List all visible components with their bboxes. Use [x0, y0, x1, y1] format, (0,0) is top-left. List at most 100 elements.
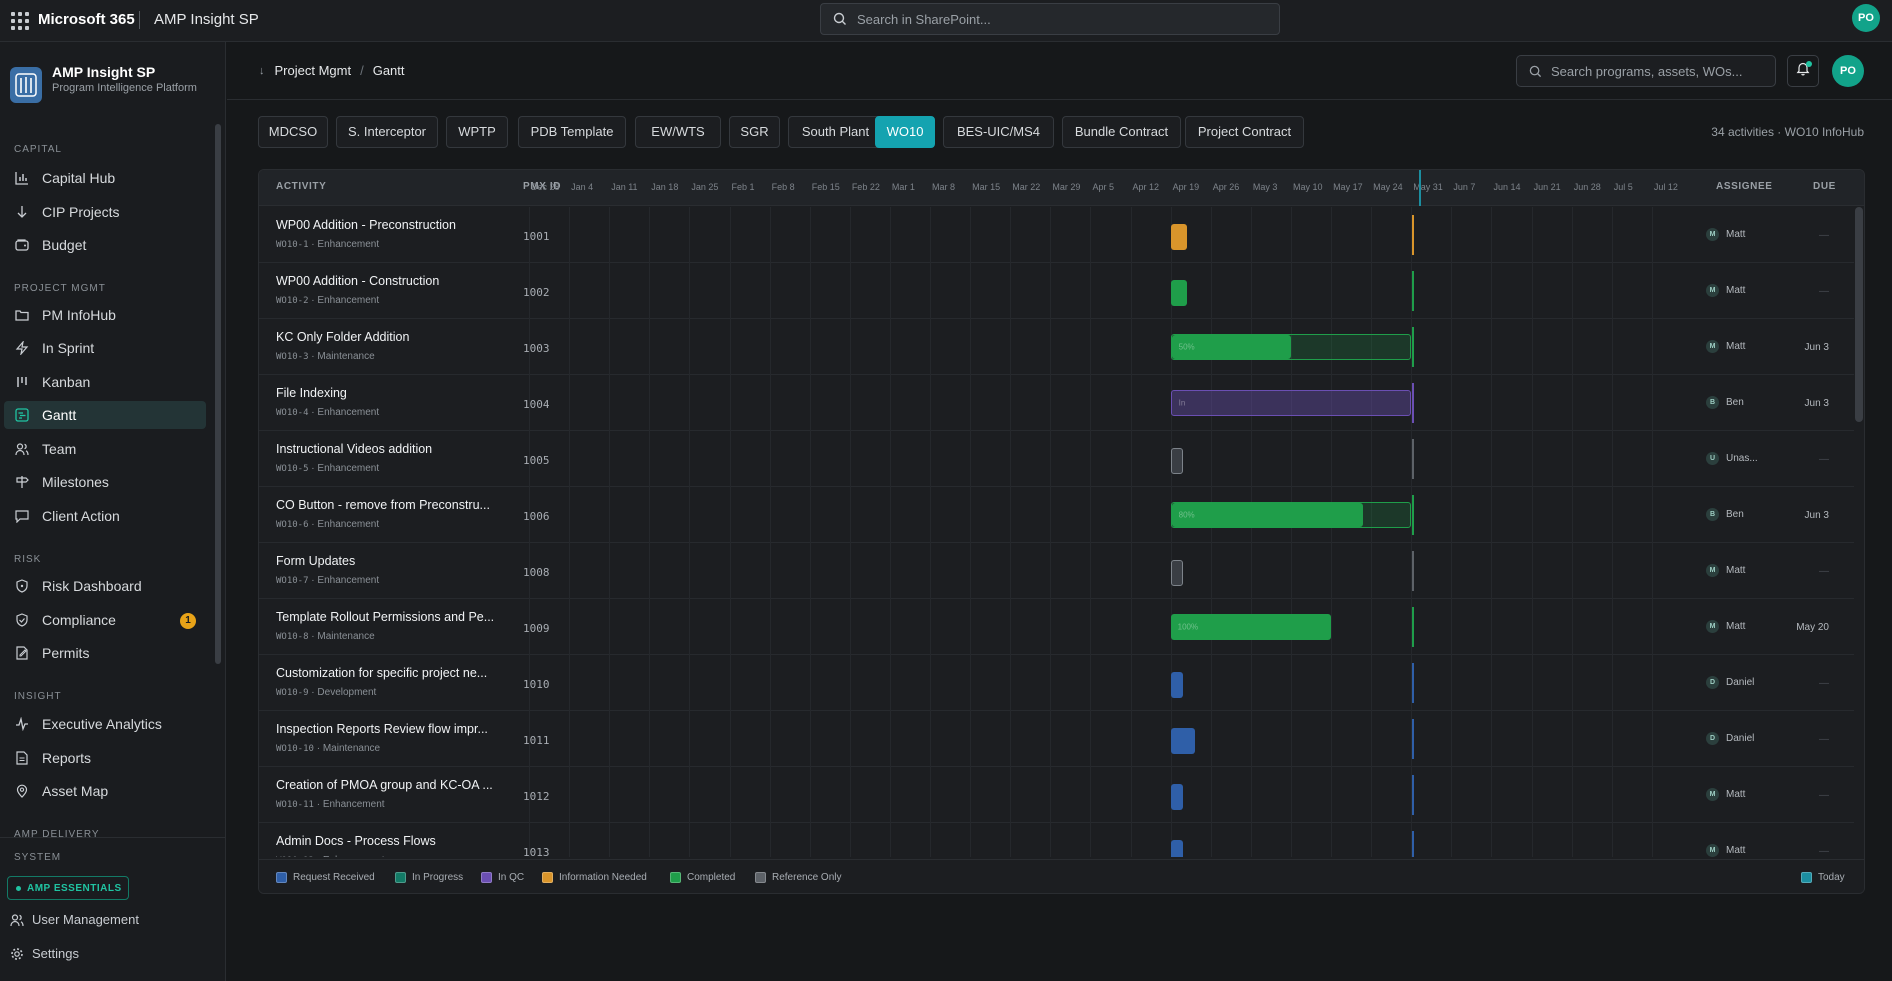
sidebar-item-gantt[interactable]: Gantt — [4, 401, 206, 429]
sidebar-item-capital-hub[interactable]: Capital Hub — [4, 164, 206, 192]
activity-name[interactable]: Form Updates — [276, 554, 355, 568]
activity-bar[interactable] — [1170, 560, 1183, 586]
activity-bar[interactable] — [1170, 280, 1187, 306]
gantt-row[interactable]: Creation of PMOA group and KC-OA ... WO10… — [259, 767, 1854, 823]
tab-mdcso[interactable]: MDCSO — [258, 116, 328, 148]
activity-bar[interactable]: 80% — [1170, 502, 1412, 528]
activity-name[interactable]: WP00 Addition - Construction — [276, 274, 439, 288]
sidebar-item-client-action[interactable]: Client Action — [4, 502, 206, 530]
week-gridline — [569, 431, 571, 487]
column-header-due[interactable]: DUE — [1813, 181, 1836, 192]
week-gridline — [729, 711, 731, 767]
sidebar-item-label: Capital Hub — [42, 170, 116, 186]
sidebar-item-settings[interactable]: Settings — [10, 946, 79, 961]
header-avatar[interactable]: PO — [1832, 55, 1864, 87]
sidebar-item-executive-analytics[interactable]: Executive Analytics — [4, 710, 206, 738]
sidebar-item-budget[interactable]: Budget — [4, 231, 206, 259]
assignee[interactable]: U Unas... — [1706, 452, 1758, 465]
tab-sgr[interactable]: SGR — [729, 116, 780, 148]
activity-name[interactable]: KC Only Folder Addition — [276, 330, 409, 344]
week-gridline — [609, 207, 611, 263]
sidebar-item-compliance[interactable]: Compliance 1 — [4, 606, 206, 634]
gantt-row[interactable]: Form Updates WO10-7 · Enhancement 1008 M Mat… — [259, 543, 1854, 599]
sidebar-item-milestones[interactable]: Milestones — [4, 468, 206, 496]
activity-bar[interactable] — [1170, 448, 1183, 474]
sidebar-scrollbar[interactable] — [215, 124, 221, 664]
activity-name[interactable]: Template Rollout Permissions and Pe... — [276, 610, 494, 624]
sidebar-item-risk-dashboard[interactable]: Risk Dashboard — [4, 572, 206, 600]
program-search-input[interactable]: Search programs, assets, WOs... — [1516, 55, 1776, 87]
sidebar-item-asset-map[interactable]: Asset Map — [4, 777, 206, 805]
tab-wptp[interactable]: WPTP — [446, 116, 508, 148]
suite-title[interactable]: Microsoft 365 — [38, 10, 135, 30]
gantt-row[interactable]: Inspection Reports Review flow impr... WO… — [259, 711, 1854, 767]
activity-bar[interactable] — [1170, 784, 1183, 810]
tab-ew-wts[interactable]: EW/WTS — [635, 116, 721, 148]
app-title[interactable]: AMP Insight SP — [154, 10, 259, 30]
activity-bar[interactable] — [1170, 672, 1183, 698]
tab-bundle-contract[interactable]: Bundle Contract — [1062, 116, 1181, 148]
activity-bar[interactable] — [1170, 840, 1183, 857]
tab-bes-uic-ms4[interactable]: BES-UIC/MS4 — [943, 116, 1054, 148]
activity-bar[interactable]: 100% — [1170, 614, 1332, 640]
activity-name[interactable]: Customization for specific project ne... — [276, 666, 487, 680]
assignee[interactable]: D Daniel — [1706, 732, 1754, 745]
gantt-row[interactable]: WP00 Addition - Preconstruction WO10-1 · … — [259, 207, 1854, 263]
tab-project-contract[interactable]: Project Contract — [1185, 116, 1304, 148]
activity-name[interactable]: Creation of PMOA group and KC-OA ... — [276, 778, 493, 792]
sidebar-item-pm-infohub[interactable]: PM InfoHub — [4, 301, 206, 329]
breadcrumb-item[interactable]: Project Mgmt — [275, 63, 352, 78]
week-gridline — [1130, 655, 1132, 711]
gantt-row[interactable]: CO Button - remove from Preconstru... WO1… — [259, 487, 1854, 543]
gantt-row[interactable]: Instructional Videos addition WO10-5 · En… — [259, 431, 1854, 487]
gantt-row[interactable]: Customization for specific project ne...… — [259, 655, 1854, 711]
activity-bar[interactable]: In — [1170, 390, 1412, 416]
activity-name[interactable]: Instructional Videos addition — [276, 442, 432, 456]
activity-name[interactable]: WP00 Addition - Preconstruction — [276, 218, 456, 232]
gantt-row[interactable]: Template Rollout Permissions and Pe... WO… — [259, 599, 1854, 655]
assignee[interactable]: M Matt — [1706, 564, 1745, 577]
sidebar-item-cip-projects[interactable]: CIP Projects — [4, 198, 206, 226]
assignee[interactable]: B Ben — [1706, 508, 1744, 521]
section-amp-delivery: AMP DELIVERY — [14, 829, 100, 840]
assignee[interactable]: M Matt — [1706, 340, 1745, 353]
notifications-button[interactable] — [1787, 55, 1819, 87]
activity-name[interactable]: Admin Docs - Process Flows — [276, 834, 436, 848]
activity-name[interactable]: Inspection Reports Review flow impr... — [276, 722, 488, 736]
gantt-scrollbar[interactable] — [1855, 207, 1863, 422]
tab-pdb-template[interactable]: PDB Template — [518, 116, 626, 148]
app-launcher-icon[interactable] — [10, 11, 30, 31]
user-avatar[interactable]: PO — [1852, 4, 1880, 32]
week-gridline — [1290, 655, 1292, 711]
sidebar-item-reports[interactable]: Reports — [4, 744, 206, 772]
activity-bar[interactable] — [1170, 224, 1187, 250]
week-gridline — [689, 431, 691, 487]
column-header-activity[interactable]: ACTIVITY — [276, 181, 326, 192]
assignee[interactable]: M Matt — [1706, 844, 1745, 857]
tab-s-interceptor[interactable]: S. Interceptor — [336, 116, 438, 148]
gantt-row[interactable]: KC Only Folder Addition WO10-3 · Maintena… — [259, 319, 1854, 375]
sidebar-item-team[interactable]: Team — [4, 435, 206, 463]
sidebar-item-in-sprint[interactable]: In Sprint — [4, 334, 206, 362]
gantt-row[interactable]: WP00 Addition - Construction WO10-2 · Enh… — [259, 263, 1854, 319]
assignee[interactable]: M Matt — [1706, 284, 1745, 297]
assignee[interactable]: B Ben — [1706, 396, 1744, 409]
sharepoint-search-input[interactable]: Search in SharePoint... — [820, 3, 1280, 35]
activity-bar[interactable] — [1170, 728, 1195, 754]
activity-name[interactable]: CO Button - remove from Preconstru... — [276, 498, 490, 512]
activity-bar[interactable]: 50% — [1170, 334, 1412, 360]
assignee[interactable]: M Matt — [1706, 228, 1745, 241]
assignee[interactable]: M Matt — [1706, 788, 1745, 801]
assignee[interactable]: M Matt — [1706, 620, 1745, 633]
sidebar-item-kanban[interactable]: Kanban — [4, 368, 206, 396]
assignee[interactable]: D Daniel — [1706, 676, 1754, 689]
tab-wo10[interactable]: WO10 — [875, 116, 935, 148]
tab-south-plant[interactable]: South Plant — [788, 116, 883, 148]
sidebar-item-user-management[interactable]: User Management — [10, 912, 139, 927]
sidebar-item-permits[interactable]: Permits — [4, 639, 206, 667]
gantt-row[interactable]: Admin Docs - Process Flows WO10-12 · Enha… — [259, 823, 1854, 857]
activity-name[interactable]: File Indexing — [276, 386, 347, 400]
column-header-assignee[interactable]: ASSIGNEE — [1716, 181, 1772, 192]
due-date: — — [1819, 678, 1829, 689]
gantt-row[interactable]: File Indexing WO10-4 · Enhancement 1004 In B… — [259, 375, 1854, 431]
